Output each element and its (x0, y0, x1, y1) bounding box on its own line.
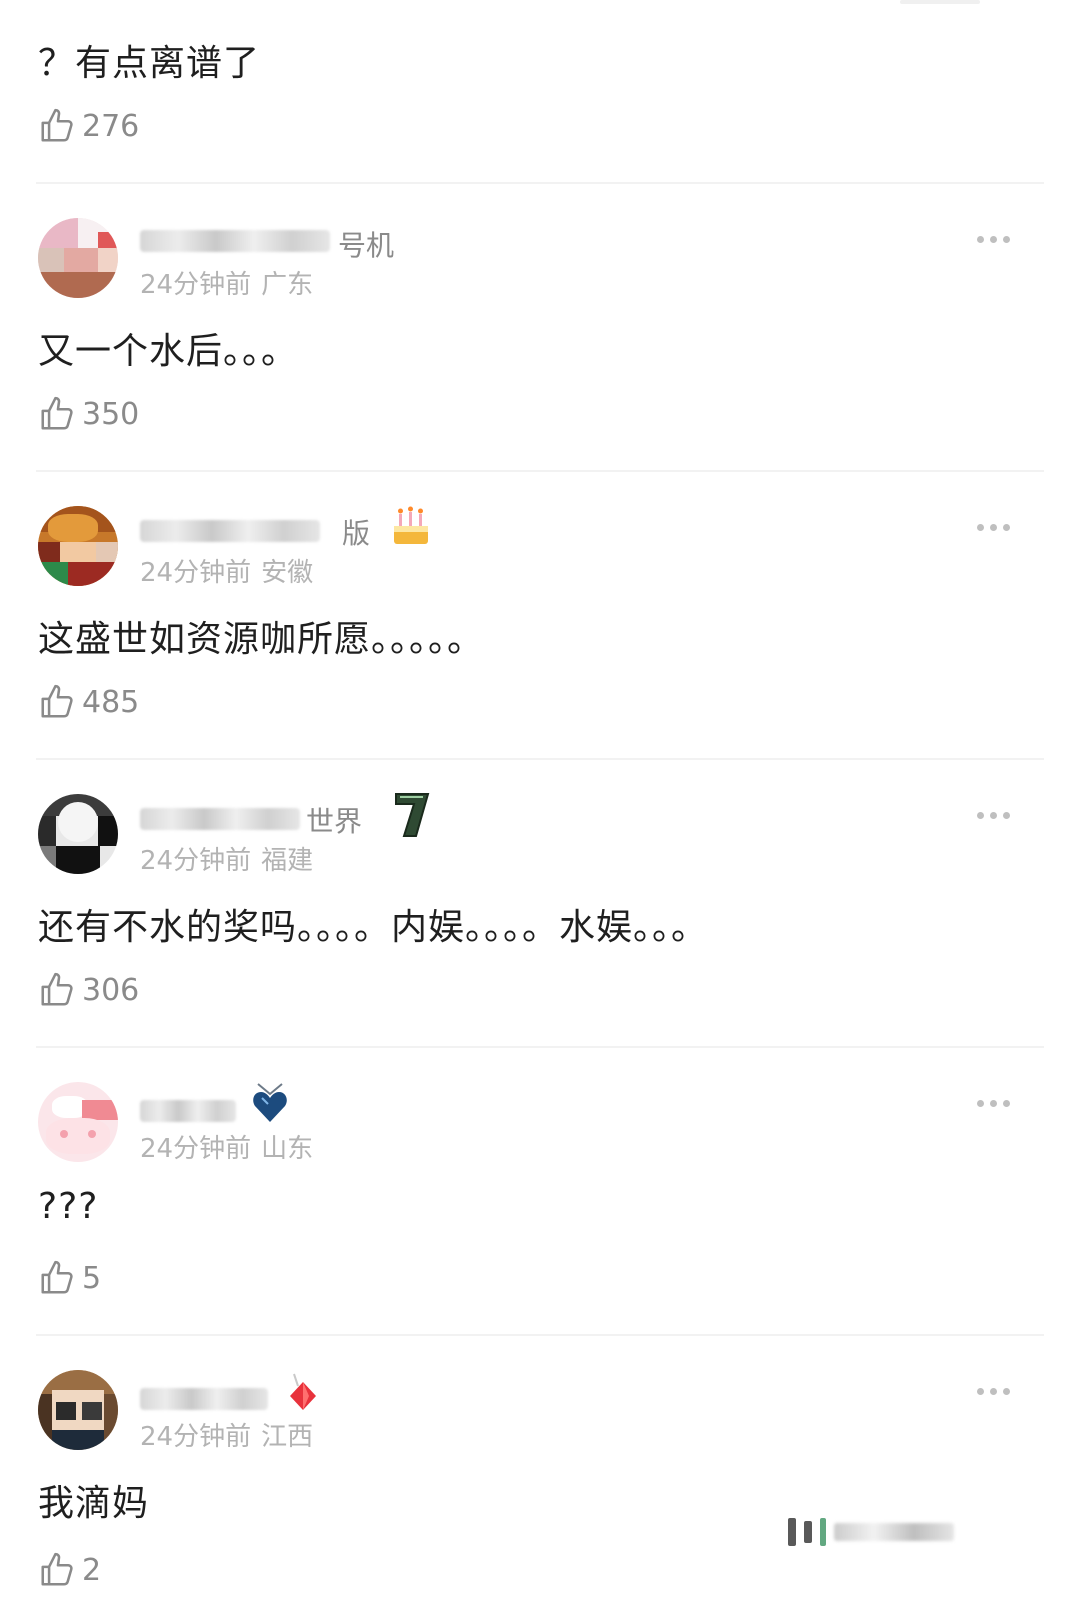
comment-time: 24分钟前 (140, 1422, 252, 1452)
comment-location: 安徽 (261, 558, 314, 588)
comment-text: 又一个水后。。。 (38, 331, 299, 372)
username-redacted[interactable] (140, 520, 320, 542)
like-button[interactable]: 276 (38, 106, 139, 146)
username-redacted[interactable] (140, 808, 300, 830)
avatar[interactable] (38, 218, 118, 298)
username-suffix: 号机 (338, 229, 395, 262)
comment-meta: 24分钟前 江西 (140, 1416, 313, 1453)
comment-time: 24分钟前 (140, 1134, 252, 1164)
like-count: 306 (82, 972, 140, 1008)
comment-location: 山东 (261, 1134, 314, 1164)
watermark-logo (788, 1512, 1028, 1552)
more-options-button[interactable] (977, 812, 1010, 819)
avatar[interactable] (38, 794, 118, 874)
comment-meta: 24分钟前 福建 (140, 840, 313, 877)
username-suffix: 世界 (306, 805, 363, 838)
like-count: 2 (82, 1552, 102, 1588)
thumbs-up-icon (41, 396, 73, 430)
comment-text: ？有点离谱了 (38, 43, 261, 84)
comment-text: 还有不水的奖吗。。。。内娱。。。。水娱。。。 (38, 907, 709, 948)
comment-time: 24分钟前 (140, 846, 252, 876)
like-button[interactable]: 2 (38, 1550, 101, 1590)
comment-location: 福建 (261, 846, 314, 876)
watermark-blur (834, 1523, 954, 1541)
username-redacted[interactable] (140, 1388, 268, 1410)
red-diamond-icon (290, 1373, 316, 1410)
username-redacted[interactable] (140, 1100, 236, 1122)
like-count: 276 (82, 108, 140, 144)
divider (36, 1334, 1044, 1336)
like-button[interactable]: 5 (38, 1258, 101, 1298)
comment-location: 江西 (261, 1422, 314, 1452)
more-options-button[interactable] (977, 524, 1010, 531)
like-button[interactable]: 306 (38, 970, 139, 1010)
comment-text: 这盛世如资源咖所愿。。。。。 (38, 619, 485, 660)
comment-text: 我滴妈 (38, 1483, 150, 1524)
like-count: 350 (82, 396, 140, 432)
thumbs-up-icon (41, 1552, 73, 1586)
heart-gem-icon (253, 1083, 287, 1122)
comment-meta: 24分钟前 广东 (140, 264, 313, 301)
comment-time: 24分钟前 (140, 270, 252, 300)
level-7-icon (395, 793, 430, 837)
like-button[interactable]: 485 (38, 682, 139, 722)
comment-time: 24分钟前 (140, 558, 252, 588)
comment-meta: 24分钟前 山东 (140, 1128, 313, 1165)
avatar[interactable] (38, 506, 118, 586)
avatar[interactable] (38, 1082, 118, 1162)
top-edge-fragment (900, 0, 980, 4)
comment-text: ??? (38, 1186, 99, 1227)
like-count: 5 (82, 1260, 102, 1296)
more-options-button[interactable] (977, 1100, 1010, 1107)
divider (36, 470, 1044, 472)
more-options-button[interactable] (977, 236, 1010, 243)
divider (36, 1046, 1044, 1048)
divider (36, 758, 1044, 760)
username-redacted[interactable] (140, 230, 330, 252)
like-button[interactable]: 350 (38, 394, 139, 434)
thumbs-up-icon (41, 108, 73, 142)
like-count: 485 (82, 684, 140, 720)
thumbs-up-icon (41, 1260, 73, 1294)
username-suffix: 版 (342, 517, 371, 550)
comment-location: 广东 (261, 270, 314, 300)
cake-icon (394, 506, 428, 544)
more-options-button[interactable] (977, 1388, 1010, 1395)
divider (36, 182, 1044, 184)
avatar[interactable] (38, 1370, 118, 1450)
thumbs-up-icon (41, 972, 73, 1006)
thumbs-up-icon (41, 684, 73, 718)
comment-meta: 24分钟前 安徽 (140, 552, 313, 589)
